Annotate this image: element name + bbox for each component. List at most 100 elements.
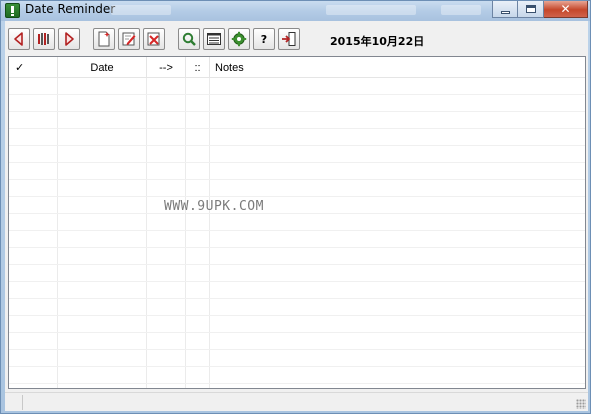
maximize-button[interactable] xyxy=(518,1,544,18)
column-header-arrow[interactable]: --> xyxy=(147,57,186,78)
new-reminder-button[interactable] xyxy=(93,28,115,50)
empty-row xyxy=(9,299,585,316)
empty-row xyxy=(9,112,585,129)
close-icon: ✕ xyxy=(560,2,571,16)
empty-cell xyxy=(58,163,147,179)
column-header-marker[interactable]: :: xyxy=(186,57,210,78)
empty-cell xyxy=(210,333,585,349)
gear-icon xyxy=(231,31,247,47)
empty-cell xyxy=(186,367,210,383)
empty-cell xyxy=(186,180,210,196)
empty-cell xyxy=(9,248,58,264)
client-area: ? 2015年10月22日 ✓ Date --> :: Notes WWW.9U… xyxy=(5,21,588,411)
empty-cell xyxy=(9,163,58,179)
empty-cell xyxy=(210,265,585,281)
background-blur xyxy=(111,5,171,15)
exit-icon xyxy=(282,32,296,46)
window-title: Date Reminder xyxy=(25,2,116,16)
app-icon[interactable] xyxy=(5,3,20,18)
reminder-list[interactable]: ✓ Date --> :: Notes WWW.9UPK.COM xyxy=(8,56,586,389)
empty-row xyxy=(9,265,585,282)
empty-cell xyxy=(147,265,186,281)
exit-button[interactable] xyxy=(278,28,300,50)
empty-cell xyxy=(186,129,210,145)
empty-cell xyxy=(9,350,58,366)
empty-cell xyxy=(9,129,58,145)
empty-cell xyxy=(9,367,58,383)
empty-cell xyxy=(186,299,210,315)
arrow-right-icon xyxy=(65,32,74,46)
minimize-icon xyxy=(500,10,510,14)
empty-cell xyxy=(210,316,585,332)
empty-cell xyxy=(58,350,147,366)
column-header-date[interactable]: Date xyxy=(58,57,147,78)
background-blur xyxy=(441,5,481,15)
empty-cell xyxy=(210,112,585,128)
empty-cell xyxy=(9,197,58,213)
empty-cell xyxy=(147,180,186,196)
background-blur xyxy=(326,5,416,15)
empty-cell xyxy=(9,231,58,247)
delete-document-icon xyxy=(147,32,160,46)
empty-cell xyxy=(147,248,186,264)
empty-row xyxy=(9,367,585,384)
empty-cell xyxy=(210,129,585,145)
empty-row xyxy=(9,129,585,146)
empty-cell xyxy=(58,231,147,247)
empty-cell xyxy=(147,384,186,388)
column-header-done[interactable]: ✓ xyxy=(9,57,58,78)
empty-cell xyxy=(147,350,186,366)
settings-button[interactable] xyxy=(228,28,250,50)
empty-cell xyxy=(147,78,186,94)
list-view-button[interactable] xyxy=(203,28,225,50)
empty-row xyxy=(9,231,585,248)
watermark: WWW.9UPK.COM xyxy=(164,199,264,214)
empty-cell xyxy=(186,333,210,349)
minimize-button[interactable] xyxy=(492,1,518,18)
empty-cell xyxy=(147,231,186,247)
edit-reminder-button[interactable] xyxy=(118,28,140,50)
empty-cell xyxy=(58,248,147,264)
empty-row xyxy=(9,197,585,214)
empty-cell xyxy=(9,214,58,230)
empty-cell xyxy=(186,78,210,94)
empty-cell xyxy=(186,316,210,332)
current-date: 2015年10月22日 xyxy=(330,35,425,48)
empty-cell xyxy=(147,316,186,332)
empty-cell xyxy=(9,333,58,349)
empty-cell xyxy=(9,265,58,281)
resize-grip[interactable] xyxy=(576,399,586,409)
previous-day-button[interactable] xyxy=(8,28,30,50)
status-pane xyxy=(7,395,23,410)
empty-cell xyxy=(58,299,147,315)
today-button[interactable] xyxy=(33,28,55,50)
empty-row xyxy=(9,146,585,163)
empty-cell xyxy=(210,384,585,388)
empty-cell xyxy=(58,197,147,213)
empty-cell xyxy=(147,95,186,111)
empty-cell xyxy=(58,112,147,128)
empty-cell xyxy=(210,78,585,94)
title-bar[interactable]: Date Reminder ✕ xyxy=(1,1,590,21)
empty-row xyxy=(9,214,585,231)
empty-cell xyxy=(186,384,210,388)
close-button[interactable]: ✕ xyxy=(544,1,588,18)
empty-cell xyxy=(186,95,210,111)
empty-cell xyxy=(9,299,58,315)
empty-row xyxy=(9,78,585,95)
search-button[interactable] xyxy=(178,28,200,50)
empty-cell xyxy=(147,282,186,298)
status-bar xyxy=(5,392,588,411)
help-button[interactable]: ? xyxy=(253,28,275,50)
column-header-notes[interactable]: Notes xyxy=(210,57,585,78)
empty-row xyxy=(9,95,585,112)
empty-cell xyxy=(147,214,186,230)
delete-reminder-button[interactable] xyxy=(143,28,165,50)
empty-cell xyxy=(58,333,147,349)
next-day-button[interactable] xyxy=(58,28,80,50)
empty-row xyxy=(9,333,585,350)
empty-cell xyxy=(210,350,585,366)
empty-cell xyxy=(58,265,147,281)
empty-row xyxy=(9,350,585,367)
empty-cell xyxy=(186,112,210,128)
